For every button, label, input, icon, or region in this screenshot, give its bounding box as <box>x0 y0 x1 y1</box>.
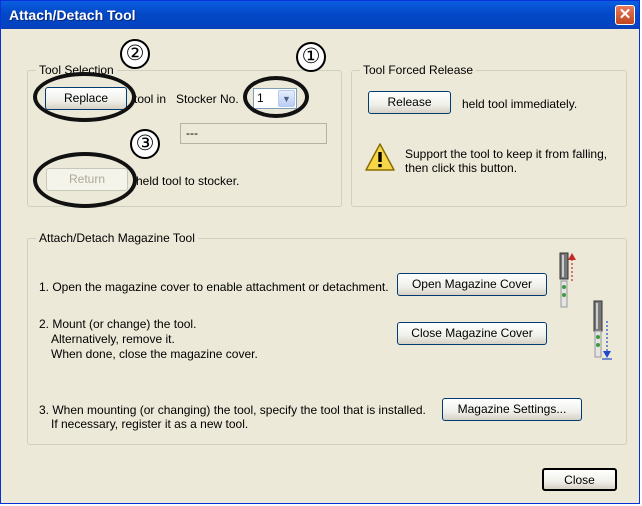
close-button[interactable]: Close <box>542 468 617 491</box>
callout-ring-stocker-select <box>243 76 309 118</box>
window-title: Attach/Detach Tool <box>9 7 136 23</box>
step-2-line-3: When done, close the magazine cover. <box>51 347 258 361</box>
callout-ring-replace <box>33 72 136 122</box>
step-3-line-2: If necessary, register it as a new tool. <box>51 417 249 431</box>
open-magazine-cover-button[interactable]: Open Magazine Cover <box>397 273 547 296</box>
warning-line-2: then click this button. <box>405 161 518 175</box>
warning-line-1: Support the tool to keep it from falling… <box>405 147 608 161</box>
release-button[interactable]: Release <box>368 91 451 114</box>
close-magazine-cover-button[interactable]: Close Magazine Cover <box>397 322 547 345</box>
magazine-open-icon <box>559 252 576 308</box>
window-close-button[interactable]: ✕ <box>615 5 635 25</box>
callout-ring-return <box>33 152 137 208</box>
tool-forced-release-legend: Tool Forced Release <box>360 63 477 77</box>
magazine-tool-legend: Attach/Detach Magazine Tool <box>36 231 198 245</box>
callout-number-3: ③ <box>130 129 160 159</box>
step-3-line-1: 3. When mounting (or changing) the tool,… <box>39 403 426 417</box>
warning-icon <box>365 143 395 171</box>
stocker-no-label: Stocker No. <box>176 92 239 106</box>
step-1-text: 1. Open the magazine cover to enable att… <box>39 280 389 294</box>
tool-status-field: --- <box>180 123 327 144</box>
tool-in-label: tool in <box>134 92 167 106</box>
callout-number-2: ② <box>120 39 150 69</box>
magazine-settings-button[interactable]: Magazine Settings... <box>442 398 582 421</box>
return-description: held tool to stocker. <box>136 174 240 188</box>
title-bar: Attach/Detach Tool ✕ <box>1 1 639 29</box>
step-2-line-1: 2. Mount (or change) the tool. <box>39 317 197 331</box>
step-2-line-2: Alternatively, remove it. <box>51 332 175 346</box>
release-description: held tool immediately. <box>462 97 578 111</box>
callout-number-1: ① <box>296 42 326 72</box>
magazine-close-icon <box>593 300 612 360</box>
